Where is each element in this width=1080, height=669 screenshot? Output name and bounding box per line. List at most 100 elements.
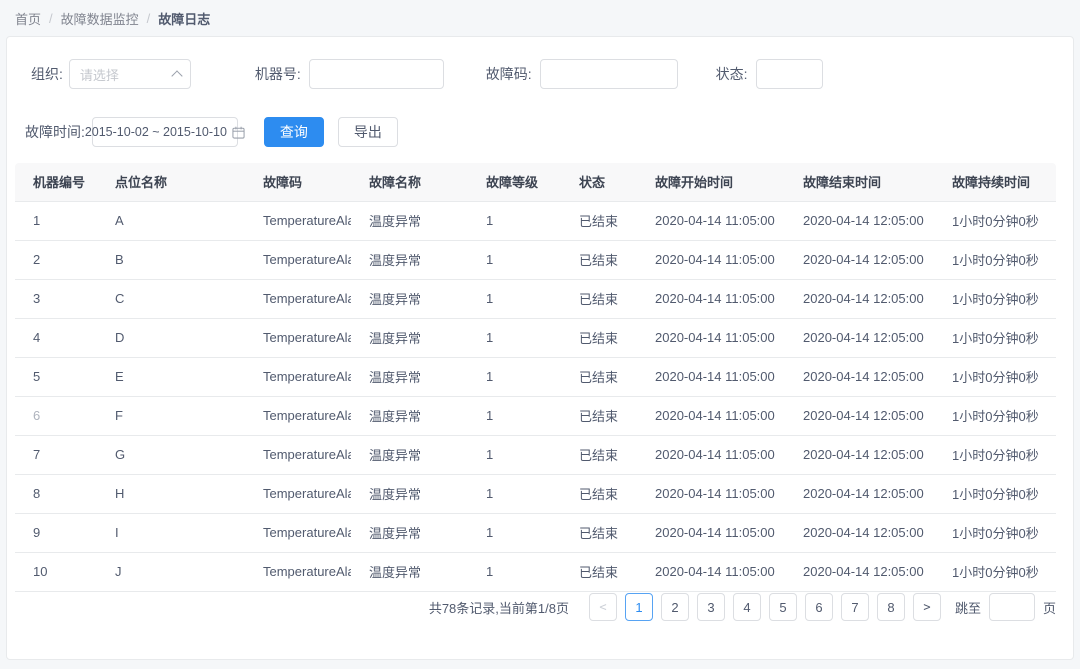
cell-duration: 1小时0分钟0秒	[934, 279, 1056, 318]
cell-point-name: B	[97, 240, 245, 279]
status-label: 状态:	[716, 64, 748, 84]
cell-fault-name: 温度异常	[351, 357, 468, 396]
fault-time-range-value: 2015-10-02 ~ 2015-10-10	[85, 125, 227, 139]
cell-fault-code: TemperatureAlarm	[245, 357, 351, 396]
cell-fault-name: 温度异常	[351, 201, 468, 240]
cell-point-name: F	[97, 396, 245, 435]
cell-status: 已结束	[561, 435, 637, 474]
machine-no-input[interactable]	[309, 59, 444, 89]
pagination-page-button-4[interactable]: 4	[733, 593, 761, 621]
cell-end-time: 2020-04-14 12:05:00	[785, 513, 934, 552]
cell-end-time: 2020-04-14 12:05:00	[785, 552, 934, 591]
pagination-page-button-5[interactable]: 5	[769, 593, 797, 621]
cell-start-time: 2020-04-14 11:05:00	[637, 435, 785, 474]
cell-start-time: 2020-04-14 11:05:00	[637, 279, 785, 318]
cell-start-time: 2020-04-14 11:05:00	[637, 474, 785, 513]
cell-start-time: 2020-04-14 11:05:00	[637, 357, 785, 396]
cell-machine-no: 3	[15, 279, 97, 318]
cell-start-time: 2020-04-14 11:05:00	[637, 318, 785, 357]
pagination-page-button-3[interactable]: 3	[697, 593, 725, 621]
status-input[interactable]	[756, 59, 823, 89]
search-button[interactable]: 查询	[264, 117, 324, 147]
table-row: 4DTemperatureAlarm温度异常1已结束2020-04-14 11:…	[15, 318, 1056, 357]
cell-machine-no: 7	[15, 435, 97, 474]
breadcrumb-separator: /	[49, 11, 53, 26]
cell-fault-name: 温度异常	[351, 318, 468, 357]
cell-fault-code: TemperatureAlarm	[245, 435, 351, 474]
cell-duration: 1小时0分钟0秒	[934, 474, 1056, 513]
fault-code-input[interactable]	[540, 59, 678, 89]
column-header-start-time: 故障开始时间	[637, 163, 785, 201]
chevron-up-icon	[173, 72, 182, 81]
pagination-jump-suffix: 页	[1043, 598, 1056, 617]
cell-fault-level: 1	[468, 474, 561, 513]
cell-fault-code: TemperatureAlarm	[245, 513, 351, 552]
column-header-status: 状态	[561, 163, 637, 201]
cell-machine-no: 6	[15, 396, 97, 435]
cell-point-name: E	[97, 357, 245, 396]
cell-duration: 1小时0分钟0秒	[934, 552, 1056, 591]
cell-end-time: 2020-04-14 12:05:00	[785, 279, 934, 318]
cell-duration: 1小时0分钟0秒	[934, 396, 1056, 435]
pagination-page-button-8[interactable]: 8	[877, 593, 905, 621]
cell-point-name: C	[97, 279, 245, 318]
pagination-jump: 跳至 页	[955, 593, 1056, 621]
cell-machine-no: 1	[15, 201, 97, 240]
cell-start-time: 2020-04-14 11:05:00	[637, 513, 785, 552]
breadcrumb: 首页 / 故障数据监控 / 故障日志	[0, 0, 1080, 36]
cell-machine-no: 8	[15, 474, 97, 513]
cell-status: 已结束	[561, 474, 637, 513]
pagination: 共78条记录,当前第1/8页 < 12345678 > 跳至 页	[429, 593, 1056, 621]
table-row: 3CTemperatureAlarm温度异常1已结束2020-04-14 11:…	[15, 279, 1056, 318]
cell-fault-name: 温度异常	[351, 474, 468, 513]
cell-point-name: G	[97, 435, 245, 474]
cell-status: 已结束	[561, 279, 637, 318]
pagination-page-button-7[interactable]: 7	[841, 593, 869, 621]
pagination-next-button[interactable]: >	[913, 593, 941, 621]
pagination-page-button-6[interactable]: 6	[805, 593, 833, 621]
cell-fault-name: 温度异常	[351, 279, 468, 318]
column-header-fault-name: 故障名称	[351, 163, 468, 201]
cell-machine-no: 9	[15, 513, 97, 552]
column-header-point-name: 点位名称	[97, 163, 245, 201]
cell-start-time: 2020-04-14 11:05:00	[637, 240, 785, 279]
cell-fault-name: 温度异常	[351, 396, 468, 435]
cell-status: 已结束	[561, 240, 637, 279]
fault-table-wrap: 机器编号 点位名称 故障码 故障名称 故障等级 状态 故障开始时间 故障结束时间…	[15, 163, 1065, 592]
breadcrumb-separator: /	[147, 11, 151, 26]
table-row: 10JTemperatureAlarm温度异常1已结束2020-04-14 11…	[15, 552, 1056, 591]
breadcrumb-fault-monitor[interactable]: 故障数据监控	[61, 9, 139, 28]
pagination-page-button-2[interactable]: 2	[661, 593, 689, 621]
table-row: 9ITemperatureAlarm温度异常1已结束2020-04-14 11:…	[15, 513, 1056, 552]
pagination-jump-label: 跳至	[955, 598, 981, 617]
pagination-prev-button[interactable]: <	[589, 593, 617, 621]
cell-end-time: 2020-04-14 12:05:00	[785, 201, 934, 240]
cell-duration: 1小时0分钟0秒	[934, 513, 1056, 552]
cell-fault-level: 1	[468, 552, 561, 591]
org-select[interactable]: 请选择	[69, 59, 191, 89]
filter-row-1: 组织: 请选择 机器号: 故障码: 状态:	[7, 37, 1073, 89]
cell-end-time: 2020-04-14 12:05:00	[785, 474, 934, 513]
filter-row-2: 故障时间: 2015-10-02 ~ 2015-10-10 查询 导出	[7, 89, 1073, 147]
cell-fault-code: TemperatureAlarm	[245, 240, 351, 279]
calendar-icon	[232, 126, 245, 139]
pagination-jump-input[interactable]	[989, 593, 1035, 621]
pagination-page-button-1[interactable]: 1	[625, 593, 653, 621]
export-button[interactable]: 导出	[338, 117, 398, 147]
fault-table: 机器编号 点位名称 故障码 故障名称 故障等级 状态 故障开始时间 故障结束时间…	[15, 163, 1056, 592]
cell-fault-code: TemperatureAlarm	[245, 474, 351, 513]
table-header-row: 机器编号 点位名称 故障码 故障名称 故障等级 状态 故障开始时间 故障结束时间…	[15, 163, 1056, 201]
cell-end-time: 2020-04-14 12:05:00	[785, 240, 934, 279]
cell-fault-level: 1	[468, 357, 561, 396]
cell-fault-code: TemperatureAlarm	[245, 552, 351, 591]
cell-fault-level: 1	[468, 318, 561, 357]
cell-duration: 1小时0分钟0秒	[934, 435, 1056, 474]
fault-code-label: 故障码:	[486, 64, 532, 84]
fault-time-range-picker[interactable]: 2015-10-02 ~ 2015-10-10	[92, 117, 238, 147]
breadcrumb-home[interactable]: 首页	[15, 9, 41, 28]
fault-time-label: 故障时间:	[25, 122, 85, 142]
table-row: 8HTemperatureAlarm温度异常1已结束2020-04-14 11:…	[15, 474, 1056, 513]
cell-end-time: 2020-04-14 12:05:00	[785, 435, 934, 474]
cell-point-name: J	[97, 552, 245, 591]
cell-status: 已结束	[561, 513, 637, 552]
